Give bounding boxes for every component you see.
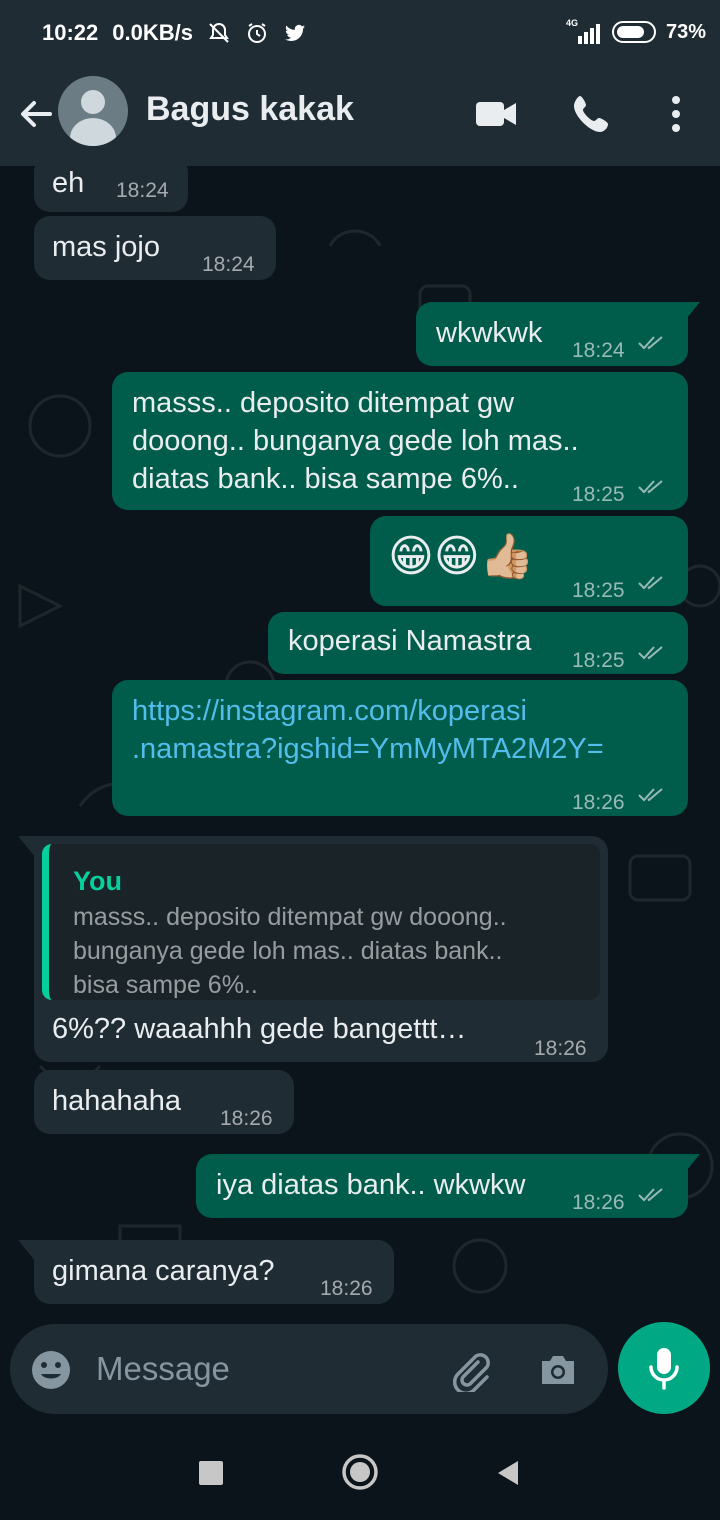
status-bar-right: 4G 73% <box>566 18 706 44</box>
back-nav-icon[interactable] <box>492 1458 522 1488</box>
status-net-speed: 0.0KB/s <box>112 20 193 45</box>
message-text: wkwkwk <box>436 317 543 349</box>
read-ticks-icon <box>638 646 663 660</box>
message-input[interactable] <box>96 1344 426 1394</box>
system-nav-bar <box>0 1430 720 1520</box>
message-time: 18:24 <box>202 253 255 276</box>
emoji-icon[interactable] <box>30 1349 72 1391</box>
quote-text-line: masss.. deposito ditempat gw dooong.. <box>73 903 507 931</box>
notifications-muted-icon <box>209 22 229 43</box>
message-bubble-outgoing[interactable]: masss.. deposito ditempat gw dooong.. bu… <box>112 372 688 510</box>
camera-icon[interactable] <box>536 1348 580 1392</box>
attach-icon[interactable] <box>448 1348 492 1392</box>
more-options-icon[interactable] <box>654 92 698 136</box>
message-text: hahahaha <box>52 1085 182 1117</box>
message-text: gimana caranya? <box>52 1255 275 1287</box>
battery-percent: 73% <box>665 20 706 43</box>
read-ticks-icon <box>638 576 663 590</box>
message-link[interactable]: .namastra?igshid=YmMyMTA2M2Y= <box>132 730 604 768</box>
read-ticks-icon <box>638 336 663 350</box>
message-time: 18:24 <box>572 339 625 362</box>
message-time: 18:26 <box>572 791 625 814</box>
message-text: eh <box>52 167 85 199</box>
message-bubble-outgoing[interactable]: iya diatas bank.. wkwkw 18:26 <box>196 1154 688 1218</box>
quote-author: You <box>73 866 122 896</box>
message-emoji: 😁😁👍🏼 <box>388 532 535 581</box>
message-bubble-outgoing[interactable]: https://instagram.com/koperasi .namastra… <box>112 680 688 816</box>
message-time: 18:26 <box>572 1191 625 1214</box>
message-text: 6%?? waaahhh gede bangettt… <box>52 1013 467 1045</box>
read-ticks-icon <box>638 788 663 802</box>
mic-button[interactable] <box>618 1322 710 1414</box>
message-time: 18:26 <box>320 1277 373 1300</box>
status-time: 10:22 <box>42 20 99 45</box>
mic-icon <box>649 1348 679 1390</box>
read-ticks-icon <box>638 480 663 494</box>
message-time: 18:25 <box>572 579 625 602</box>
back-arrow-icon[interactable] <box>16 94 56 134</box>
compose-bar <box>0 1320 720 1430</box>
message-time: 18:26 <box>534 1037 587 1060</box>
message-link[interactable]: https://instagram.com/koperasi <box>132 692 527 730</box>
phone-icon[interactable] <box>570 92 614 136</box>
message-input-container[interactable] <box>10 1324 608 1414</box>
quoted-message[interactable]: You masss.. deposito ditempat gw dooong.… <box>42 844 600 1000</box>
home-icon[interactable] <box>340 1452 380 1492</box>
twitter-icon <box>285 24 305 42</box>
message-text: iya diatas bank.. wkwkw <box>216 1169 526 1201</box>
message-bubble-incoming[interactable]: mas jojo 18:24 <box>34 216 276 280</box>
message-bubble-incoming[interactable]: gimana caranya? 18:26 <box>34 1240 394 1304</box>
quote-text-line: bisa sampe 6%.. <box>73 971 258 999</box>
signal-icon: 4G <box>566 18 602 44</box>
battery-icon <box>611 21 656 43</box>
read-ticks-icon <box>638 1188 663 1202</box>
avatar[interactable] <box>58 76 128 146</box>
message-text-line: dooong.. bunganya gede loh mas.. <box>132 425 579 457</box>
chat-area[interactable]: eh 18:24 mas jojo 18:24 wkwkwk 18:24 mas… <box>0 166 720 1320</box>
message-bubble-outgoing[interactable]: koperasi Namastra 18:25 <box>268 612 688 674</box>
message-time: 18:25 <box>572 483 625 506</box>
quote-text-line: bunganya gede loh mas.. diatas bank.. <box>73 937 503 965</box>
message-bubble-outgoing[interactable]: wkwkwk 18:24 <box>416 302 688 366</box>
message-bubble-incoming[interactable]: eh 18:24 <box>34 166 188 212</box>
message-text-line: masss.. deposito ditempat gw <box>132 387 515 419</box>
message-bubble-incoming[interactable]: hahahaha 18:26 <box>34 1070 294 1134</box>
status-bar-left: 10:22 0.0KB/s <box>42 20 307 46</box>
message-text: mas jojo <box>52 231 160 263</box>
message-bubble-outgoing[interactable]: 😁😁👍🏼 18:25 <box>370 516 688 606</box>
message-time: 18:24 <box>116 179 169 202</box>
recent-apps-icon[interactable] <box>196 1458 226 1488</box>
chat-header: Bagus kakak <box>0 70 720 166</box>
video-call-icon[interactable] <box>474 92 518 136</box>
message-time: 18:26 <box>220 1107 273 1130</box>
message-text-line: diatas bank.. bisa sampe 6%.. <box>132 463 519 495</box>
alarm-icon <box>248 23 266 43</box>
message-bubble-incoming-reply[interactable]: You masss.. deposito ditempat gw dooong.… <box>34 836 608 1062</box>
status-bar: 10:22 0.0KB/s 4G 73% <box>0 0 720 70</box>
message-text: koperasi Namastra <box>288 625 532 657</box>
contact-name[interactable]: Bagus kakak <box>146 90 354 129</box>
message-time: 18:25 <box>572 649 625 672</box>
